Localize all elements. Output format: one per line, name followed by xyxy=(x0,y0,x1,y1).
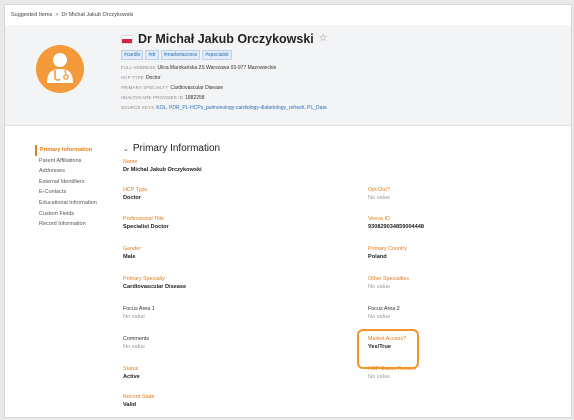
field-label: Focus Area 1 xyxy=(123,306,155,312)
field-name: Name Dr Michal Jakub Orczykowski xyxy=(123,158,323,174)
full-address-value: Ulica Marokańska 2S Warszawa 03-977 Mazo… xyxy=(157,65,277,71)
breadcrumb-current: Dr Michał Jakub Orczykowski xyxy=(61,12,134,18)
tag-specialist[interactable]: #specialist xyxy=(202,50,232,60)
field-label: Record State xyxy=(123,394,155,400)
breadcrumb-separator: > xyxy=(55,12,59,18)
primary-specialty-value: Cardiovascular Disease xyxy=(170,85,224,91)
breadcrumb: Suggested Items > Dr Michał Jakub Orczykow… xyxy=(11,12,133,18)
nav-item-custom-fields[interactable]: Custom Fields xyxy=(35,209,125,220)
field-veeva-id: Veeva ID 930829034859004448 xyxy=(368,215,568,231)
chevron-down-icon[interactable]: ⌄ xyxy=(123,145,129,153)
nav-item-record-information[interactable]: Record Information xyxy=(35,219,125,230)
field-opt-out: Opt Out? No value xyxy=(368,186,568,202)
provider-id-label: HEALTHCARE PROVIDER ID xyxy=(121,95,184,100)
hcp-name: Dr Michał Jakub Orczykowski xyxy=(138,32,314,46)
tag-dr[interactable]: #dr xyxy=(145,50,159,60)
section-title-text: Primary Information xyxy=(132,143,221,154)
market-access-highlight xyxy=(357,329,419,369)
field-label: Primary Country xyxy=(368,246,407,252)
field-value: 930829034859004448 xyxy=(368,224,424,230)
field-value: Cardiovascular Disease xyxy=(123,284,187,290)
profile-header: Dr Michał Jakub Orczykowski ☆ #cardio #d… xyxy=(5,25,571,126)
source-keys-label: SOURCE KEYS xyxy=(121,105,155,110)
field-focus-area-2: Focus Area 2 No value xyxy=(368,305,568,321)
provider-id-value: 1882258 xyxy=(185,95,205,101)
field-comments: Comments No value xyxy=(123,335,323,351)
nav-item-primary-information[interactable]: Primary Information xyxy=(35,145,125,156)
field-value: Poland xyxy=(368,254,387,260)
field-value: No value xyxy=(368,374,391,380)
field-label: Name xyxy=(123,159,138,165)
doctor-avatar-icon xyxy=(36,45,84,93)
field-label: Veeva ID xyxy=(368,216,390,222)
field-label: Other Specialties xyxy=(368,276,410,282)
nav-item-external-identifiers[interactable]: External Identifiers xyxy=(35,177,125,188)
nav-item-e-contacts[interactable]: E-Contacts xyxy=(35,187,125,198)
header-meta: FULL ADDRESS Ulica Marokańska 2S Warszawa… xyxy=(121,63,561,113)
nav-item-educational-information[interactable]: Educational Information xyxy=(35,198,125,209)
hcp-type-label: HCP TYPE xyxy=(121,75,144,80)
field-label: Comments xyxy=(123,336,150,342)
field-value: No value xyxy=(123,314,146,320)
poland-flag-icon xyxy=(121,34,133,44)
field-value: Male xyxy=(123,254,136,260)
field-label: Status xyxy=(123,366,139,372)
primary-specialty-label: PRIMARY SPECIALTY xyxy=(121,85,169,90)
field-value: Dr Michal Jakub Orczykowski xyxy=(123,167,202,173)
field-focus-area-1: Focus Area 1 No value xyxy=(123,305,323,321)
section-title[interactable]: ⌄ Primary Information xyxy=(123,143,220,154)
field-label: Gender xyxy=(123,246,141,252)
field-gender: Gender Male xyxy=(123,245,323,261)
field-value: No value xyxy=(123,344,146,350)
star-outline-icon[interactable]: ☆ xyxy=(319,34,328,44)
field-hcp-type: HCP Type Doctor xyxy=(123,186,323,202)
field-label: HCP Type xyxy=(123,187,148,193)
field-other-specialties: Other Specialties No value xyxy=(368,275,568,291)
field-value: Active xyxy=(123,374,140,380)
tag-marketaccess[interactable]: #marketaccess xyxy=(160,50,201,60)
field-value: No value xyxy=(368,195,391,201)
field-label: Professional Title xyxy=(123,216,165,222)
source-keys-value[interactable]: KOL, PDR_PL-HCPs_pulmonology-cardiology-… xyxy=(156,105,326,111)
field-professional-title: Professional Title Specialist Doctor xyxy=(123,215,323,231)
field-record-state: Record State Valid xyxy=(123,393,323,409)
section-nav: Primary Information Parent Affiliations … xyxy=(35,145,125,230)
field-primary-country: Primary Country Poland xyxy=(368,245,568,261)
field-status: Status Active xyxy=(123,365,323,381)
field-value: Specialist Doctor xyxy=(123,224,169,230)
nav-item-addresses[interactable]: Addresses xyxy=(35,166,125,177)
hcp-type-value: Doctor xyxy=(145,75,161,81)
breadcrumb-parent-link[interactable]: Suggested Items xyxy=(11,12,52,18)
field-label: Focus Area 2 xyxy=(368,306,400,312)
field-value: No value xyxy=(368,284,391,290)
field-primary-specialty: Primary Specialty Cardiovascular Disease xyxy=(123,275,323,291)
tag-list: #cardio #dr #marketaccess #specialist xyxy=(121,50,561,60)
field-value: Valid xyxy=(123,402,137,408)
field-value: Doctor xyxy=(123,195,142,201)
field-label: Primary Specialty xyxy=(123,276,165,282)
hcp-detail-panel: Suggested Items > Dr Michał Jakub Orczykow… xyxy=(4,4,572,418)
full-address-label: FULL ADDRESS xyxy=(121,65,156,70)
field-label: Opt Out? xyxy=(368,187,390,193)
nav-item-parent-affiliations[interactable]: Parent Affiliations xyxy=(35,156,125,167)
field-value: No value xyxy=(368,314,391,320)
tag-cardio[interactable]: #cardio xyxy=(121,50,144,60)
